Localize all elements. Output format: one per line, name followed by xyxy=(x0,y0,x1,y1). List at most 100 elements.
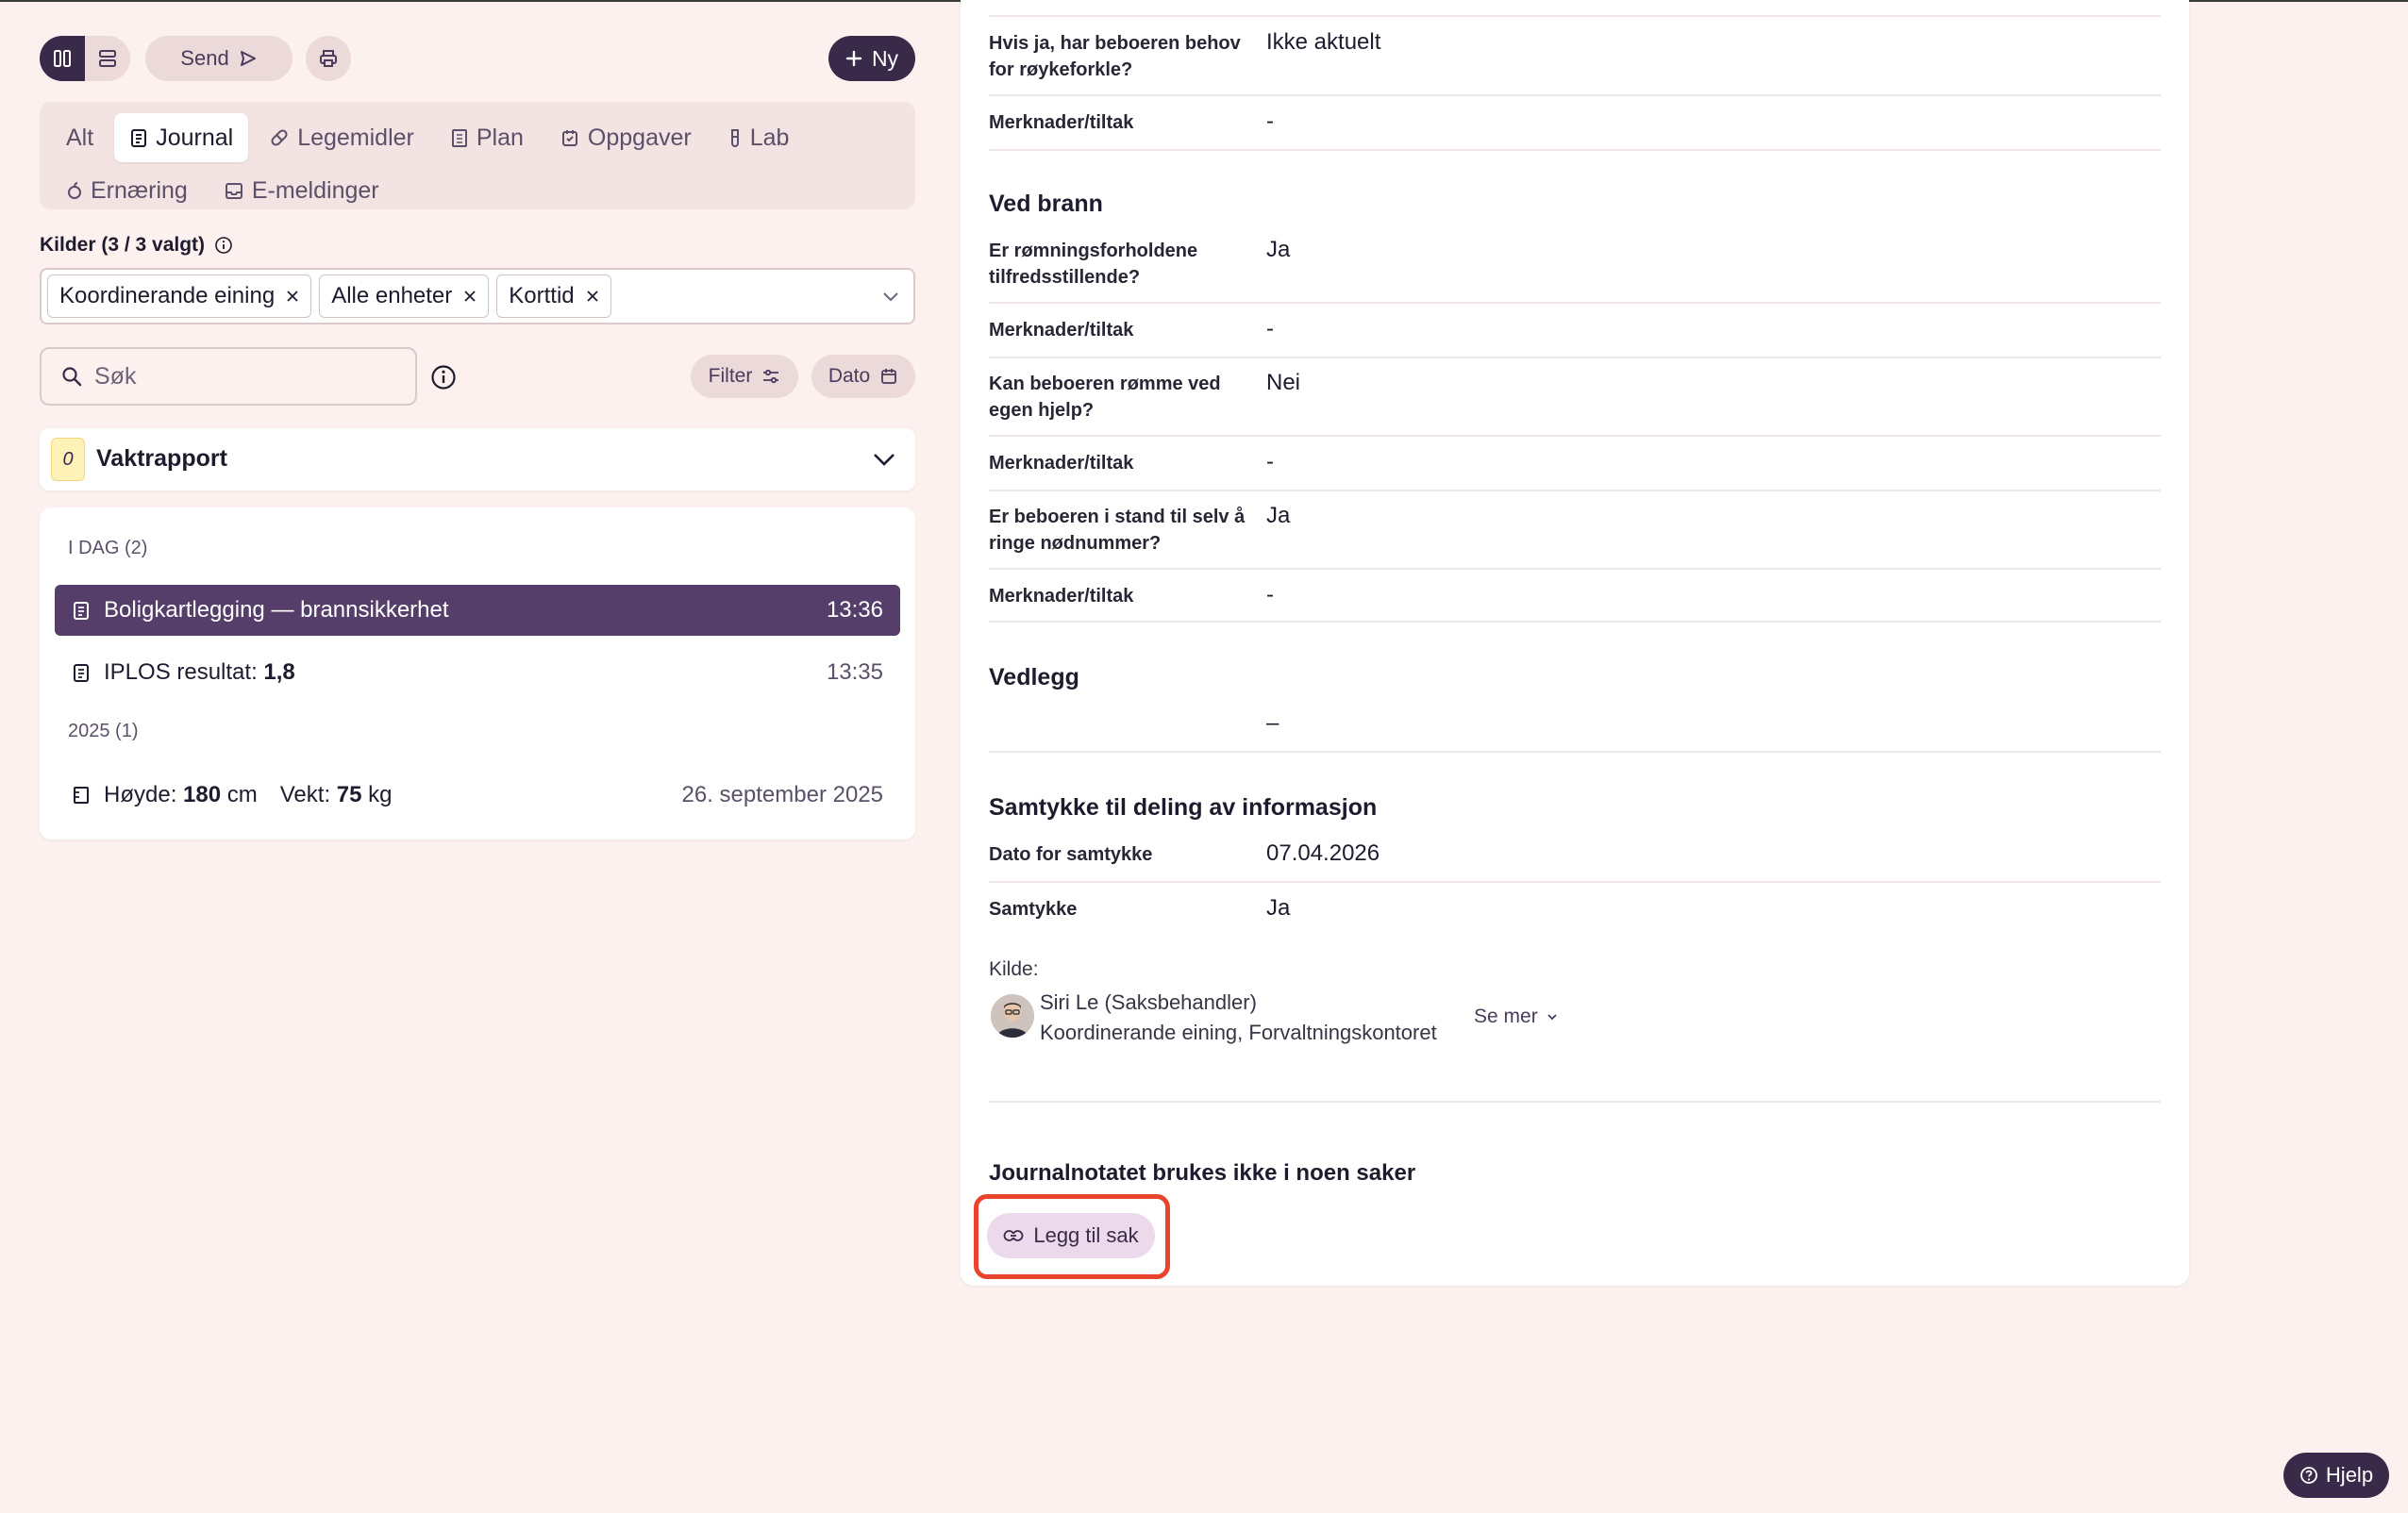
tab-lab[interactable]: Lab xyxy=(712,113,805,162)
sources-label: Kilder (3 / 3 valgt) xyxy=(40,234,915,257)
left-panel: Send Ny Alt Journal Legemidler Plan Oppg… xyxy=(40,34,915,840)
view-toggle xyxy=(40,36,130,81)
plus-icon xyxy=(845,50,862,67)
divider xyxy=(989,302,2161,304)
divider xyxy=(989,568,2161,570)
divider xyxy=(989,94,2161,96)
tab-plan[interactable]: Plan xyxy=(435,113,539,162)
tab-ernaering[interactable]: Ernæring xyxy=(51,166,203,215)
print-button[interactable] xyxy=(306,36,351,81)
divider xyxy=(989,435,2161,437)
send-button[interactable]: Send xyxy=(145,36,293,81)
help-button[interactable]: Hjelp xyxy=(2283,1453,2389,1498)
tab-label: Alt xyxy=(66,124,94,151)
attachment-value: – xyxy=(1266,710,1279,736)
journal-case-note: Journalnotatet brukes ikke i noen saker xyxy=(989,1160,1416,1186)
filter-label: Filter xyxy=(708,365,753,387)
split-view-button[interactable] xyxy=(40,36,85,81)
sources-select[interactable]: Koordinerande eining Alle enheter Kortti… xyxy=(40,268,915,324)
help-label: Hjelp xyxy=(2325,1463,2374,1487)
new-button[interactable]: Ny xyxy=(828,36,915,81)
chevron-down-icon[interactable] xyxy=(879,285,902,308)
question-label: Hvis ja, har beboeren behov for røykefor… xyxy=(989,33,1241,80)
search-row: Søk Filter Dato xyxy=(40,347,915,406)
see-more-button[interactable]: Se mer xyxy=(1474,1006,1559,1028)
tab-label: E-meldinger xyxy=(251,176,379,204)
answer-value: - xyxy=(1266,582,1274,607)
divider xyxy=(989,357,2161,358)
chip-label: Alle enheter xyxy=(331,283,453,308)
tab-label: Lab xyxy=(749,124,790,151)
source-label: Kilde: xyxy=(989,958,1039,980)
category-tabs: Alt Journal Legemidler Plan Oppgaver Lab… xyxy=(40,102,915,209)
toolbar: Send Ny xyxy=(40,34,915,83)
weight-label: Vekt: xyxy=(279,782,337,807)
vaktrapport-section[interactable]: 0 Vaktrapport xyxy=(40,428,915,490)
answer-value: Nei xyxy=(1266,370,1301,395)
info-icon[interactable] xyxy=(430,364,457,391)
new-label: Ny xyxy=(871,45,899,71)
close-icon[interactable] xyxy=(286,290,299,303)
height-label: Høyde: xyxy=(104,782,184,807)
link-icon xyxy=(1003,1230,1024,1241)
filter-button[interactable]: Filter xyxy=(691,355,798,398)
divider xyxy=(989,881,2161,883)
section-heading-vedlegg: Vedlegg xyxy=(989,664,1079,690)
divider xyxy=(989,149,2161,151)
item-title: IPLOS resultat: xyxy=(104,659,264,685)
tab-alt[interactable]: Alt xyxy=(51,113,109,162)
stacked-view-button[interactable] xyxy=(85,36,130,81)
question-label: Merknader/tiltak xyxy=(989,586,1134,607)
question-label: Merknader/tiltak xyxy=(989,112,1134,133)
info-icon[interactable] xyxy=(214,236,233,255)
question-label: Merknader/tiltak xyxy=(989,453,1134,474)
item-title: Boligkartlegging — brannsikkerhet xyxy=(104,597,449,623)
date-label: Dato xyxy=(828,365,871,387)
weight-unit: kg xyxy=(361,782,393,807)
count-badge: 0 xyxy=(51,438,85,481)
question-label: Er beboeren i stand til selv å ringe nød… xyxy=(989,507,1246,554)
document-icon xyxy=(74,602,89,620)
vaktrapport-title: Vaktrapport xyxy=(96,445,227,472)
source-organization: Koordinerande eining, Forvaltningskontor… xyxy=(1040,1021,1437,1044)
section-heading-brann: Ved brann xyxy=(989,191,1103,217)
list-item[interactable]: Høyde: 180 cm Vekt: 75 kg 26. september … xyxy=(55,770,900,821)
journal-detail-panel: Hvis ja, har beboeren behov for røykefor… xyxy=(961,0,2189,1286)
tab-oppgaver[interactable]: Oppgaver xyxy=(544,113,707,162)
weight-value: 75 xyxy=(336,782,362,807)
help-icon xyxy=(2300,1467,2317,1484)
close-icon[interactable] xyxy=(586,290,599,303)
search-icon xyxy=(62,367,82,387)
tab-label: Legemidler xyxy=(297,124,414,151)
chip-label: Koordinerande eining xyxy=(59,283,276,308)
item-time: 13:36 xyxy=(826,597,883,623)
tab-label: Plan xyxy=(476,124,524,151)
search-input[interactable]: Søk xyxy=(40,347,417,406)
chevron-down-icon[interactable] xyxy=(872,449,896,470)
tab-label: Ernæring xyxy=(91,176,188,204)
tab-journal[interactable]: Journal xyxy=(114,113,249,162)
list-item[interactable]: IPLOS resultat: 1,8 13:35 xyxy=(55,647,900,698)
answer-value: Ja xyxy=(1266,237,1291,262)
add-to-case-label: Legg til sak xyxy=(1033,1223,1139,1247)
tab-e-meldinger[interactable]: E-meldinger xyxy=(209,166,394,215)
send-icon xyxy=(240,51,256,66)
date-filter-button[interactable]: Dato xyxy=(811,355,915,398)
section-heading-samtykke: Samtykke til deling av informasjon xyxy=(989,794,1378,821)
divider xyxy=(989,1101,2161,1103)
answer-value: - xyxy=(1266,316,1274,341)
answer-value: Ikke aktuelt xyxy=(1266,29,1381,55)
columns-icon xyxy=(54,50,71,67)
tasks-icon xyxy=(561,130,577,146)
calendar-icon xyxy=(881,369,897,384)
close-icon[interactable] xyxy=(463,290,477,303)
add-to-case-button[interactable]: Legg til sak xyxy=(987,1213,1155,1258)
question-label: Samtykke xyxy=(989,899,1078,920)
answer-value: 07.04.2026 xyxy=(1266,840,1380,866)
group-label-year: 2025 (1) xyxy=(68,721,139,741)
sliders-icon xyxy=(763,369,779,384)
tab-legemidler[interactable]: Legemidler xyxy=(254,113,429,162)
list-item[interactable]: Boligkartlegging — brannsikkerhet 13:36 xyxy=(55,585,900,636)
question-label: Dato for samtykke xyxy=(989,844,1153,865)
pill-icon xyxy=(271,129,288,146)
